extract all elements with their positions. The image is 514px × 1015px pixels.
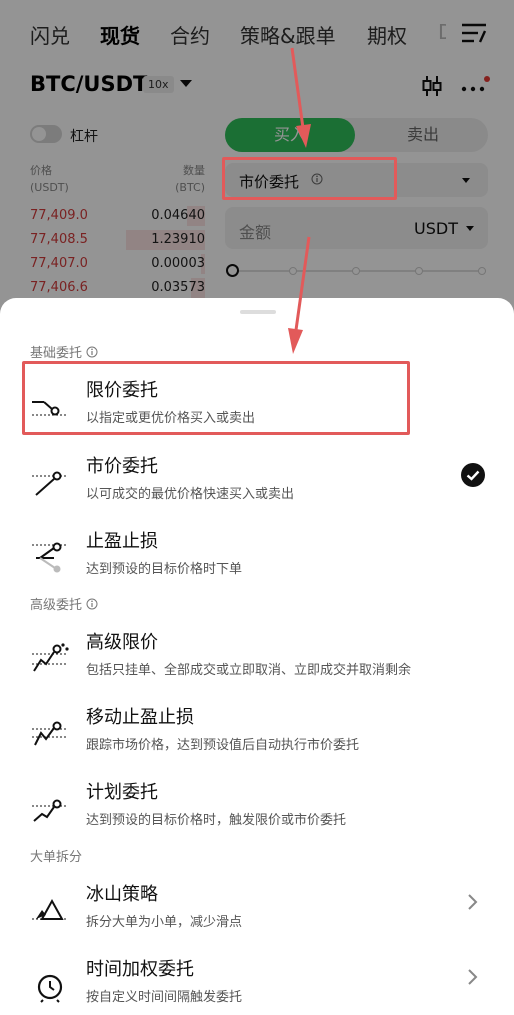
info-icon[interactable] [86,346,98,358]
section-title-text: 大单拆分 [30,850,83,865]
trailing-stop-icon [32,721,68,746]
option-desc: 达到预设的目标价格时下单 [86,562,243,577]
section-title-advanced: 高级委托 [30,594,98,613]
option-title: 高级限价 [86,632,158,653]
option-trailing-stop[interactable]: 移动止盈止损 跟踪市场价格，达到预设值后自动执行市价委托 [0,701,514,771]
iceberg-icon [32,898,68,920]
twap-clock-icon [37,974,63,1003]
option-title: 计划委托 [86,782,158,803]
option-desc: 拆分大单为小单，减少滑点 [86,915,243,930]
option-trigger-order[interactable]: 计划委托 达到预设的目标价格时，触发限价或市价委托 [0,776,514,846]
option-market-order[interactable]: 市价委托 以可成交的最优价格快速买入或卖出 [0,450,514,520]
info-icon[interactable] [86,598,98,610]
option-desc: 包括只挂单、全部成交或立即取消、立即成交并取消剩余 [86,663,412,678]
option-desc: 以可成交的最优价格快速买入或卖出 [86,487,295,502]
option-advanced-limit[interactable]: 高级限价 包括只挂单、全部成交或立即取消、立即成交并取消剩余 [0,626,514,696]
trigger-order-icon [32,799,68,822]
section-title-text: 高级委托 [30,598,83,613]
option-twap[interactable]: 时间加权委托 按自定义时间间隔触发委托 [0,953,514,1015]
market-order-icon [32,471,68,496]
option-title: 市价委托 [86,456,158,477]
option-desc: 达到预设的目标价格时，触发限价或市价委托 [86,813,347,828]
section-title-text: 基础委托 [30,346,83,361]
option-tp-sl[interactable]: 止盈止损 达到预设的目标价格时下单 [0,525,514,595]
sheet-drag-handle[interactable] [240,310,276,314]
option-desc: 按自定义时间间隔触发委托 [86,990,243,1005]
section-title-basic: 基础委托 [30,342,98,361]
selected-check-icon [461,463,485,487]
section-title-split: 大单拆分 [30,846,82,865]
option-title: 时间加权委托 [86,959,194,980]
chevron-right-icon [468,969,478,985]
highlight-order-type-field [222,157,397,200]
option-title: 移动止盈止损 [86,707,194,728]
tp-sl-icon [32,542,68,573]
option-title: 冰山策略 [86,884,158,905]
advanced-limit-icon [32,643,69,672]
highlight-limit-order-option [22,361,410,435]
option-iceberg[interactable]: 冰山策略 拆分大单为小单，减少滑点 [0,878,514,948]
option-desc: 跟踪市场价格，达到预设值后自动执行市价委托 [86,738,360,753]
option-title: 止盈止损 [86,531,158,552]
chevron-right-icon [468,894,478,910]
